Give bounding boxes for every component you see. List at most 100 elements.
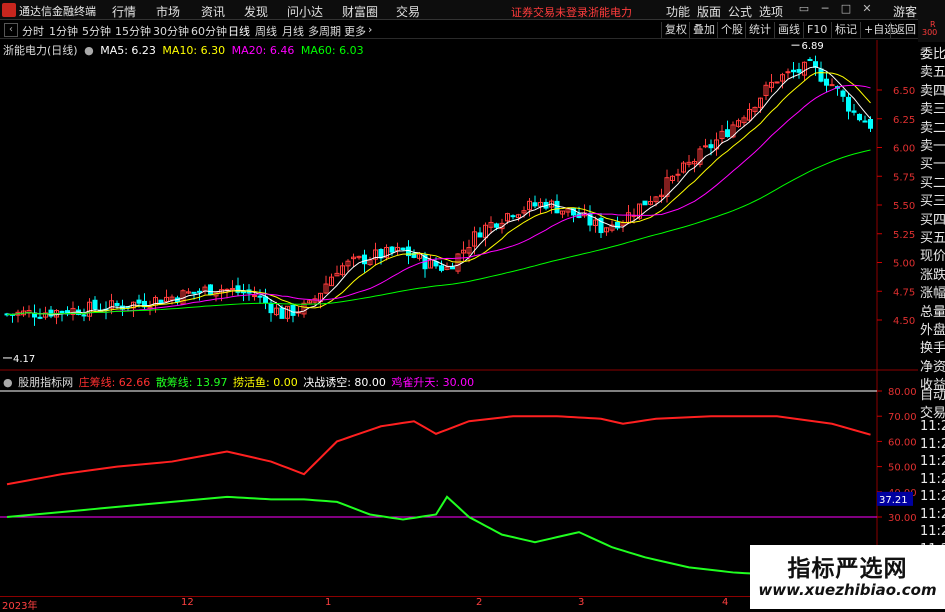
period-month[interactable]: 月线 [282, 23, 304, 39]
side-item[interactable]: 净资 [918, 356, 945, 375]
side-lower-item[interactable]: 11:29 [918, 524, 945, 539]
side-lower-item[interactable]: 11:29 [918, 489, 945, 504]
candle-body [862, 120, 868, 123]
maximize-icon[interactable]: □ [839, 2, 853, 16]
diejia-button[interactable]: 叠加 [689, 22, 718, 38]
collapse-icon[interactable]: ‹ [4, 23, 18, 37]
menu-jiaoyi[interactable]: 交易 [396, 3, 420, 20]
high-label: 6.89 [802, 41, 824, 52]
price-tick-label: 5.50 [893, 201, 915, 212]
price-tick-label: 5.25 [893, 230, 915, 241]
side-lower-item[interactable]: 11:29 [918, 419, 945, 434]
indicator-gear-icon[interactable]: ● [3, 376, 13, 389]
f10-button[interactable]: F10 [803, 22, 830, 38]
period-week[interactable]: 周线 [255, 23, 277, 39]
side-item[interactable]: 委比 [918, 43, 945, 62]
ma10-label: MA10: 6.30 [162, 44, 226, 57]
period-fenshi[interactable]: 分时 [22, 23, 44, 39]
menu-banmian[interactable]: 版面 [697, 3, 721, 20]
juezhan-label: 决战诱空: 80.00 [303, 376, 386, 389]
candle-body [675, 173, 681, 176]
menu-shichang[interactable]: 市场 [156, 3, 180, 20]
candle-body [642, 200, 648, 206]
candle-body [59, 310, 65, 314]
period-day[interactable]: 日线 [228, 23, 250, 39]
side-item[interactable]: 卖一 [918, 135, 945, 154]
menu-gongshi[interactable]: 公式 [728, 3, 752, 20]
fuquan-button[interactable]: 复权 [661, 22, 690, 38]
stock-title: 浙能电力 [588, 6, 632, 19]
app-name: 通达信金融终端 [19, 5, 96, 18]
side-lower-item[interactable]: 交易 [918, 402, 945, 421]
side-lower-item[interactable]: 11:29 [918, 507, 945, 522]
menu-gongneng[interactable]: 功能 [666, 3, 690, 20]
side-lower-item[interactable]: 11:29 [918, 437, 945, 452]
side-item[interactable]: 买一 [918, 153, 945, 172]
period-more[interactable]: 更多 [344, 23, 366, 39]
side-item[interactable]: 外盘 [918, 319, 945, 338]
menu-caifuquan[interactable]: 财富圈 [342, 3, 378, 20]
huaxian-button[interactable]: 画线 [774, 22, 803, 38]
gegu-button[interactable]: 个股 [717, 22, 746, 38]
side-lower-item[interactable]: 11:29 [918, 454, 945, 469]
minimize-icon[interactable]: ─ [818, 2, 832, 16]
side-item[interactable]: 现价 [918, 245, 945, 264]
time-label: 4 [722, 597, 729, 608]
menu-xuanxiang[interactable]: 选项 [759, 3, 783, 20]
back-button[interactable]: 返回 [890, 22, 919, 38]
candle-body [829, 84, 835, 87]
side-lower-item[interactable]: 11:29 [918, 472, 945, 487]
side-item[interactable]: 买四 [918, 209, 945, 228]
period-multi[interactable]: 多周期 [308, 23, 341, 39]
close-icon[interactable]: ✕ [860, 2, 874, 16]
tongji-button[interactable]: 统计 [745, 22, 774, 38]
period-15min[interactable]: 15分钟 [115, 23, 151, 39]
biaoji-button[interactable]: 标记 [831, 22, 860, 38]
candle-body [532, 202, 538, 207]
price-tick-label: 4.50 [893, 316, 915, 327]
side-item[interactable]: 卖四 [918, 80, 945, 99]
side-item[interactable]: 卖二 [918, 117, 945, 136]
legend-gear-icon[interactable]: ● [84, 44, 94, 57]
login-status[interactable]: 证券交易未登录 [511, 4, 588, 20]
side-item[interactable]: 卖三 [918, 98, 945, 117]
side-item[interactable]: 涨跌 [918, 264, 945, 283]
side-item[interactable]: 卖五 [918, 61, 945, 80]
period-5min[interactable]: 5分钟 [82, 23, 111, 39]
chart-grid [0, 40, 918, 596]
ma60-line [6, 149, 871, 316]
more-chevron-icon[interactable]: › [368, 23, 372, 36]
side-item[interactable]: 买二 [918, 172, 945, 191]
skin-icon[interactable]: ▭ [797, 2, 811, 16]
candle-body [857, 113, 862, 121]
candle-body [818, 68, 824, 82]
side-item[interactable]: 总量 [918, 301, 945, 320]
low-label: 4.17 [13, 354, 35, 365]
time-label: 12 [181, 597, 194, 608]
candle-body [230, 288, 235, 291]
side-lower-item[interactable]: 自动 [918, 384, 945, 403]
ind-tick-label: 70.00 [888, 412, 917, 423]
period-1min[interactable]: 1分钟 [49, 23, 78, 39]
candle-body [290, 304, 296, 316]
menu-faxian[interactable]: 发现 [244, 3, 268, 20]
price-tick-label: 6.00 [893, 144, 915, 155]
price-tick-label: 5.00 [893, 259, 915, 270]
side-item[interactable]: 买三 [918, 190, 945, 209]
side-item[interactable]: 涨幅 [918, 282, 945, 301]
menu-hangqing[interactable]: 行情 [112, 3, 136, 20]
menu-zixun[interactable]: 资讯 [201, 3, 225, 20]
period-30min[interactable]: 30分钟 [153, 23, 189, 39]
candle-body [114, 303, 120, 306]
side-item[interactable]: 买五 [918, 227, 945, 246]
candle-body [824, 78, 829, 86]
side-item[interactable]: 换手 [918, 337, 945, 356]
candle-body [450, 266, 455, 270]
chart-area[interactable]: 6.50 6.25 6.00 5.75 5.50 5.25 5.00 4.75 4.50 80.… [0, 40, 918, 596]
watermark: 指标严选网 www.xuezhibiao.com [750, 545, 945, 609]
period-60min[interactable]: 60分钟 [191, 23, 227, 39]
ma60-label: MA60: 6.03 [300, 44, 364, 57]
ma10-line [6, 72, 871, 316]
guest-label[interactable]: 游客 [893, 3, 917, 20]
menu-wenxiaoda[interactable]: 问小达 [287, 3, 323, 20]
